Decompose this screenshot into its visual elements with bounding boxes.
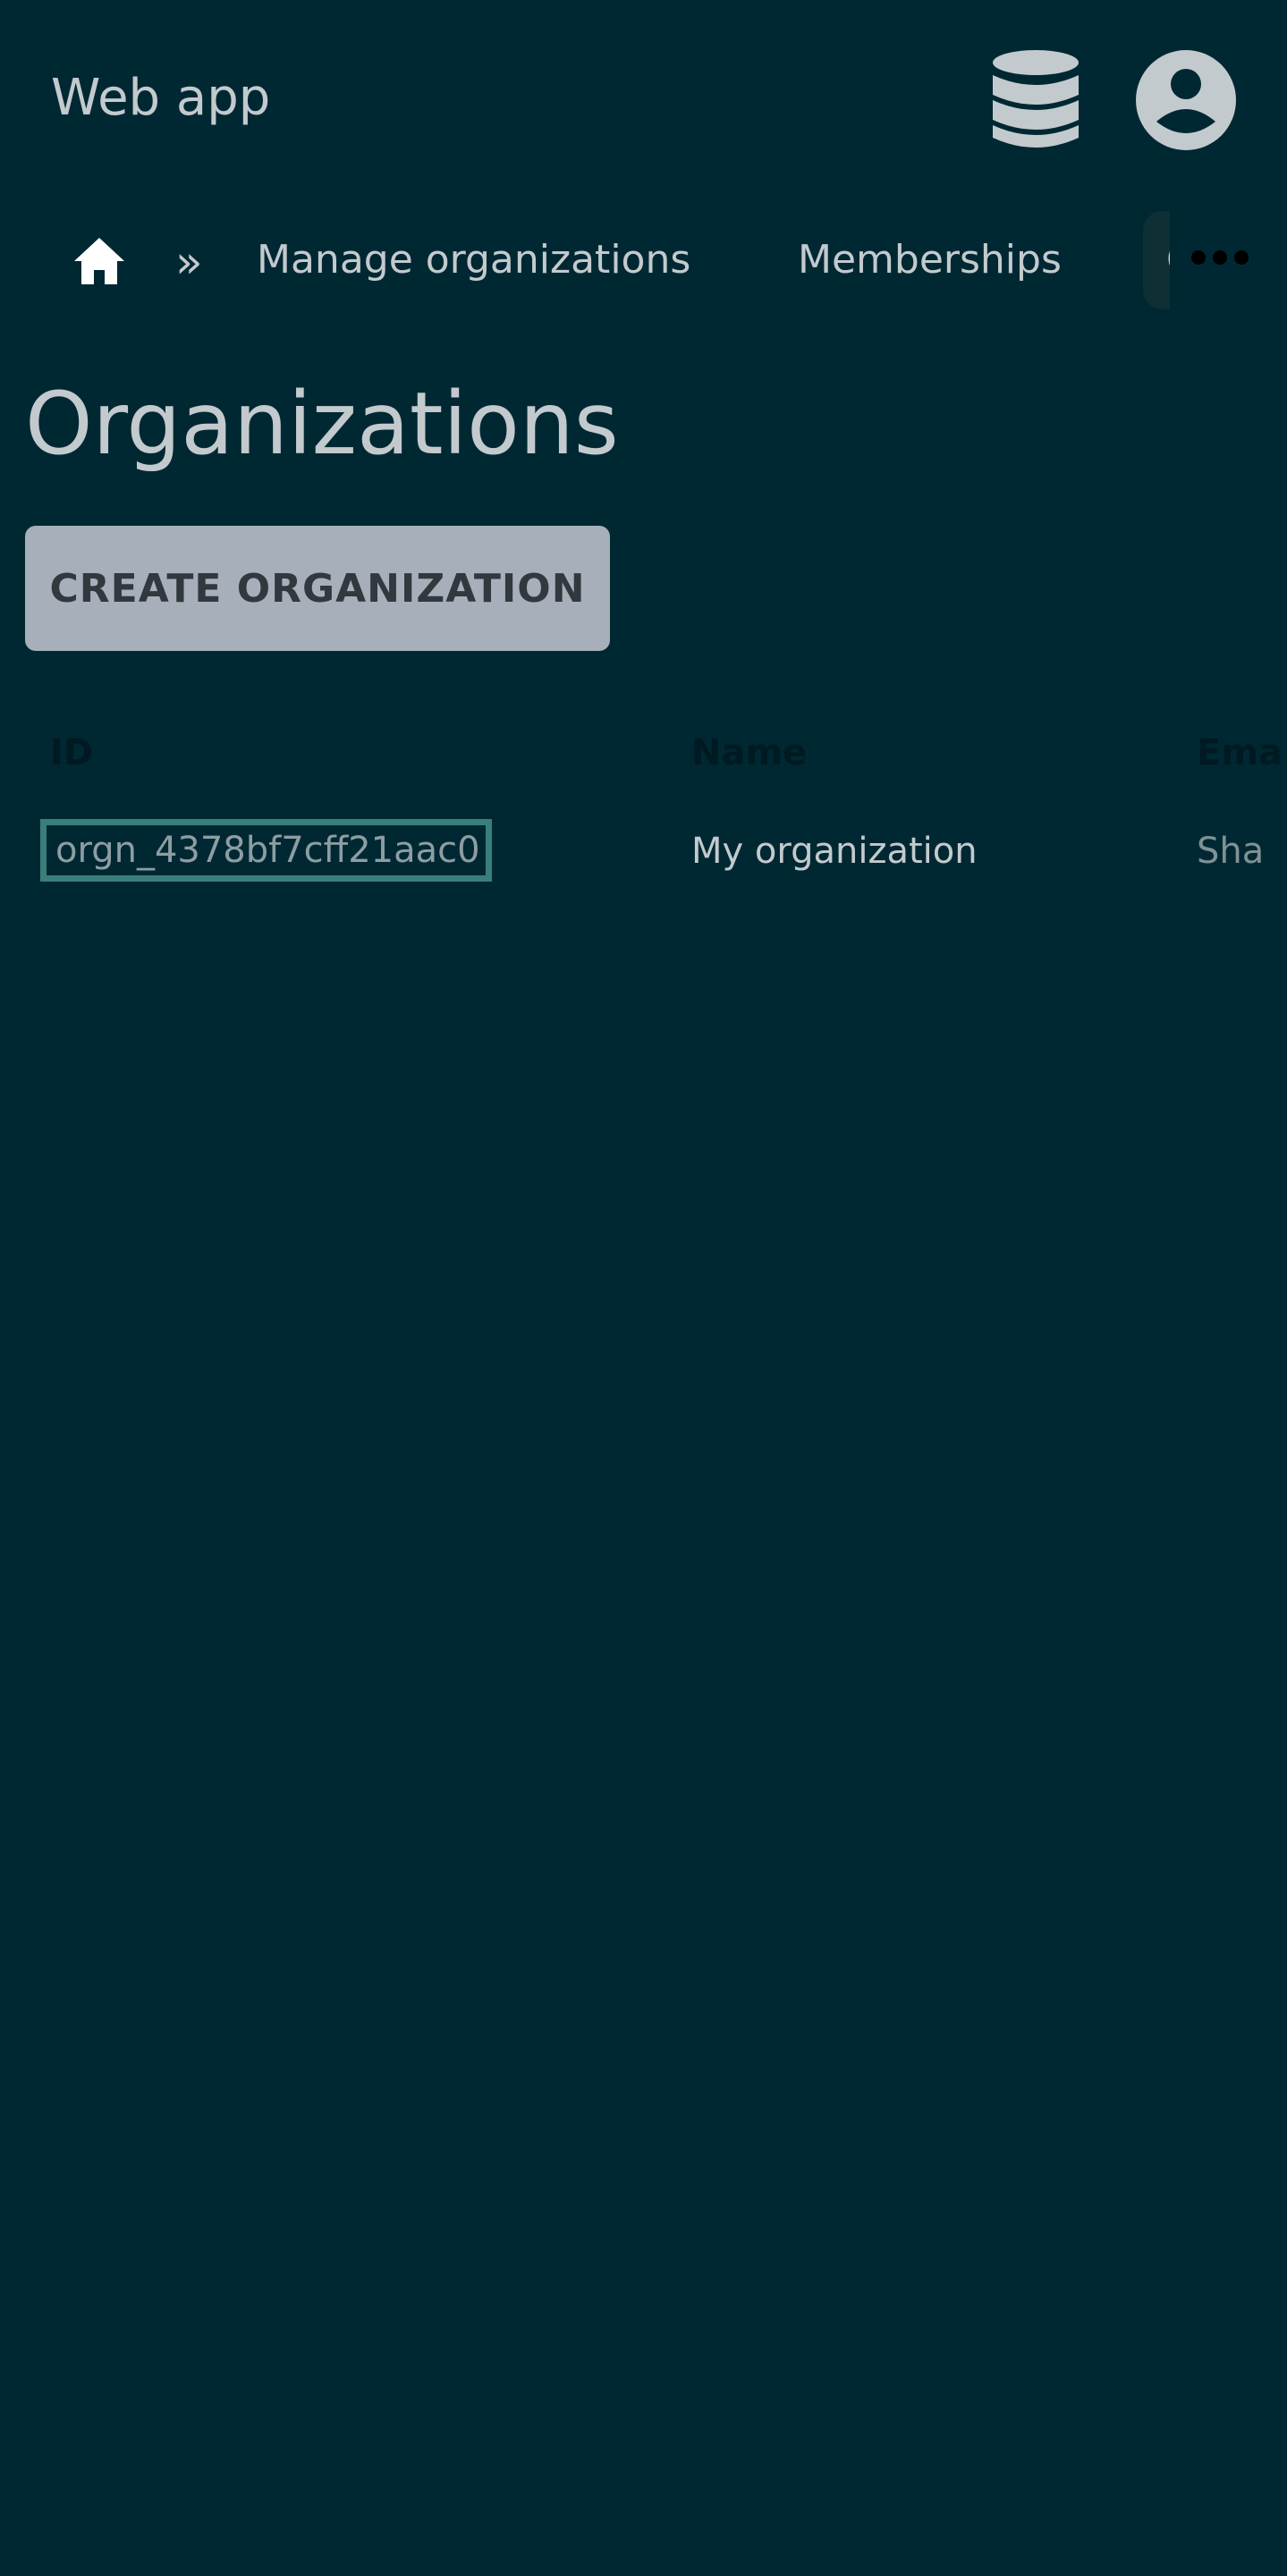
column-header-name: Name [691, 732, 808, 773]
more-horizontal-icon[interactable] [1190, 241, 1252, 274]
nav-link-truncated[interactable]: O [1143, 211, 1170, 309]
page-title: Organizations [25, 374, 619, 474]
home-icon[interactable] [72, 236, 126, 286]
organization-name-cell: My organization [691, 831, 978, 872]
breadcrumb-nav: » Manage organizations Memberships O [0, 198, 1287, 315]
nav-link-truncated-label: O [1166, 232, 1170, 288]
nav-link-memberships[interactable]: Memberships [798, 231, 1062, 290]
column-header-id: ID [50, 732, 94, 773]
account-circle-icon[interactable] [1134, 48, 1238, 152]
database-icon[interactable] [991, 48, 1080, 152]
column-header-email: Ema [1197, 732, 1283, 773]
create-organization-button[interactable]: CREATE ORGANIZATION [25, 526, 610, 651]
organizations-table: ID Name Ema orgn_4378bf7cff21aac0 My org… [0, 706, 1287, 894]
organization-email-cell: Sha [1197, 831, 1265, 872]
app-bar: Web app [0, 0, 1287, 198]
nav-link-manage-organizations[interactable]: Manage organizations [257, 231, 690, 290]
app-title: Web app [51, 69, 271, 127]
organization-id-link[interactable]: orgn_4378bf7cff21aac0 [40, 819, 492, 882]
breadcrumb-separator: » [175, 236, 203, 288]
